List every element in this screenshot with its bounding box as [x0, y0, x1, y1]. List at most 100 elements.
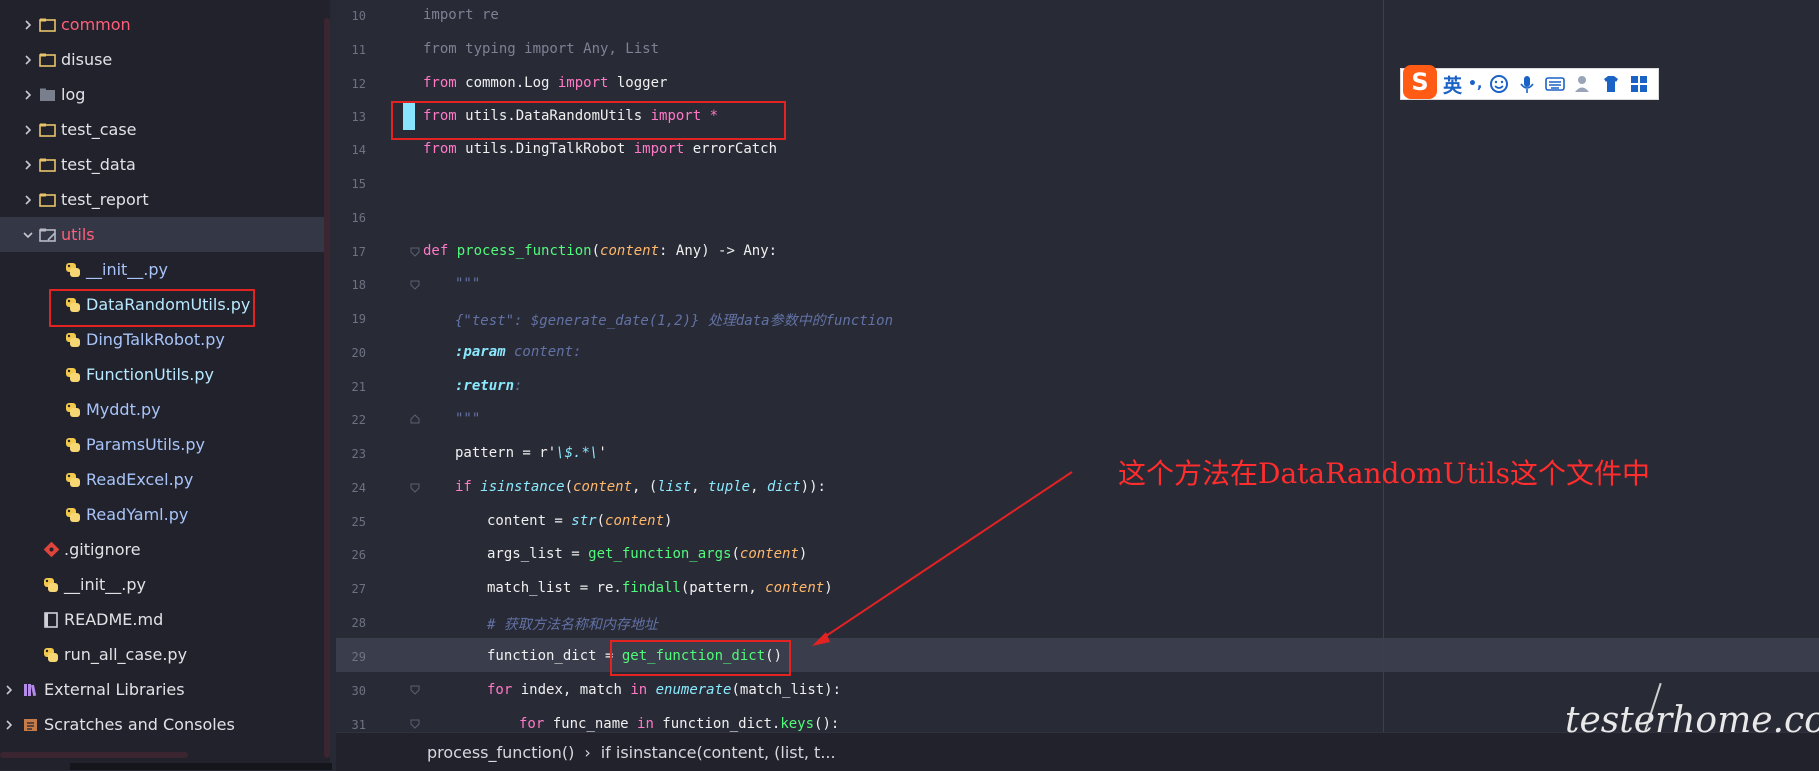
keyboard-icon[interactable] [1544, 73, 1566, 95]
ime-mode[interactable]: 英 [1443, 71, 1462, 98]
python-file-icon [64, 472, 82, 488]
line-number: 18 [351, 278, 366, 292]
line-number: 31 [351, 718, 366, 732]
chevron-right-icon[interactable] [23, 89, 33, 100]
tree-item-label: common [61, 15, 131, 34]
fold-marker-icon[interactable] [410, 483, 420, 493]
ime-toolbar[interactable]: S 英 •, [1400, 65, 1659, 100]
tree-item-label: Myddt.py [86, 400, 161, 419]
chevron-right-icon[interactable] [23, 54, 33, 65]
line-number: 11 [351, 43, 366, 57]
tree-item-external-libraries[interactable]: External Libraries [0, 672, 324, 707]
line-number: 13 [351, 110, 366, 124]
tree-item-myddt[interactable]: Myddt.py [0, 392, 324, 427]
markdown-file-icon [42, 611, 60, 628]
project-tree: common disuse log test_case test_data te… [0, 0, 330, 770]
emoji-icon[interactable] [1488, 73, 1510, 95]
tree-item-label: test_report [61, 190, 149, 209]
tree-item-utils[interactable]: utils [0, 217, 324, 252]
fold-marker-icon[interactable] [410, 414, 420, 424]
open-folder-icon [39, 227, 57, 243]
tree-item-label: test_case [61, 120, 137, 139]
chevron-right-icon[interactable] [23, 124, 33, 135]
highlight-box-import [391, 101, 786, 140]
code-line-14: from utils.DingTalkRobot import errorCat… [423, 141, 778, 157]
tree-item-label: __init__.py [86, 260, 169, 279]
fold-marker-icon[interactable] [410, 719, 420, 729]
python-file-icon [42, 647, 60, 663]
tree-item-disuse[interactable]: disuse [0, 42, 324, 77]
code-line-25: content = str(content) [487, 513, 673, 529]
code-line-31: for func_name in function_dict.keys(): [519, 716, 840, 732]
tree-item-utils-init[interactable]: __init__.py [0, 252, 324, 287]
tree-item-functionutils[interactable]: FunctionUtils.py [0, 357, 324, 392]
fold-marker-icon[interactable] [410, 280, 420, 290]
tree-item-label: External Libraries [44, 680, 185, 699]
tree-item-readexcel[interactable]: ReadExcel.py [0, 462, 324, 497]
tree-item-label: utils [61, 225, 95, 244]
code-line-30: for index, match in enumerate(match_list… [487, 682, 842, 698]
toolbox-grid-icon[interactable] [1628, 73, 1650, 95]
tree-item-common[interactable]: common [0, 7, 324, 42]
tree-item-readyaml[interactable]: ReadYaml.py [0, 497, 324, 532]
line-number: 24 [351, 481, 366, 495]
chevron-right-icon[interactable] [23, 19, 33, 30]
code-line-28: # 获取方法名称和内存地址 [487, 617, 658, 633]
line-number: 29 [351, 650, 366, 664]
ime-punctuation[interactable]: •, [1468, 76, 1482, 92]
tree-item-dingtalkrobot[interactable]: DingTalkRobot.py [0, 322, 324, 357]
breadcrumb-item-function[interactable]: process_function() [427, 743, 574, 762]
watermark: testerhome.com [1565, 700, 1819, 741]
chevron-down-icon[interactable] [23, 230, 33, 240]
python-file-icon [64, 437, 82, 453]
chevron-right-icon[interactable] [23, 159, 33, 170]
tree-item-test-data[interactable]: test_data [0, 147, 324, 182]
python-file-icon [64, 507, 82, 523]
chevron-right-icon[interactable] [4, 719, 14, 730]
code-line-23: pattern = r'\$.*\' [455, 445, 607, 461]
tree-item-test-case[interactable]: test_case [0, 112, 324, 147]
tree-item-paramsutils[interactable]: ParamsUtils.py [0, 427, 324, 462]
tree-item-root-init[interactable]: __init__.py [0, 567, 324, 602]
annotation-text: 这个方法在DataRandomUtils这个文件中 [1118, 457, 1651, 490]
code-line-24: if isinstance(content, (list, tuple, dic… [455, 479, 826, 495]
right-margin-guide [1383, 0, 1384, 732]
breadcrumb-item-if[interactable]: if isinstance(content, (list, t... [601, 743, 836, 762]
user-icon[interactable] [1572, 73, 1594, 95]
python-file-icon [42, 577, 60, 593]
tree-item-gitignore[interactable]: .gitignore [0, 532, 324, 567]
line-number: 20 [351, 346, 366, 360]
fold-marker-icon[interactable] [410, 247, 420, 257]
code-line-22: """ [455, 411, 481, 427]
folder-icon [39, 192, 57, 208]
python-file-icon [64, 332, 82, 348]
fold-marker-icon[interactable] [410, 685, 420, 695]
excluded-folder-icon [39, 87, 57, 103]
tree-item-run-all-case[interactable]: run_all_case.py [0, 637, 324, 672]
scratches-icon [22, 717, 40, 733]
line-number: 23 [351, 447, 366, 461]
chevron-right-icon[interactable] [23, 194, 33, 205]
tree-item-label: Scratches and Consoles [44, 715, 235, 734]
tree-item-log[interactable]: log [0, 77, 324, 112]
tree-item-label: ReadYaml.py [86, 505, 189, 524]
tree-item-readme[interactable]: README.md [0, 602, 324, 637]
sidebar-scrollbar[interactable] [324, 18, 330, 758]
highlight-box-call [610, 640, 791, 676]
skin-shirt-icon[interactable] [1600, 73, 1622, 95]
code-line-10: import re [423, 7, 499, 23]
line-number: 21 [351, 380, 366, 394]
code-line-11: from typing import Any, List [423, 41, 660, 57]
sidebar-horizontal-scrollbar[interactable] [0, 752, 188, 758]
tree-item-test-report[interactable]: test_report [0, 182, 324, 217]
chevron-right-icon[interactable] [4, 684, 14, 695]
tree-item-label: __init__.py [64, 575, 147, 594]
sogou-logo-icon[interactable]: S [1403, 65, 1437, 99]
line-number: 10 [351, 9, 366, 23]
line-number: 14 [351, 143, 366, 157]
line-number: 25 [351, 515, 366, 529]
code-line-26: args_list = get_function_args(content) [487, 546, 808, 562]
tree-item-label: ReadExcel.py [86, 470, 194, 489]
tree-item-scratches[interactable]: Scratches and Consoles [0, 707, 324, 742]
microphone-icon[interactable] [1516, 73, 1538, 95]
